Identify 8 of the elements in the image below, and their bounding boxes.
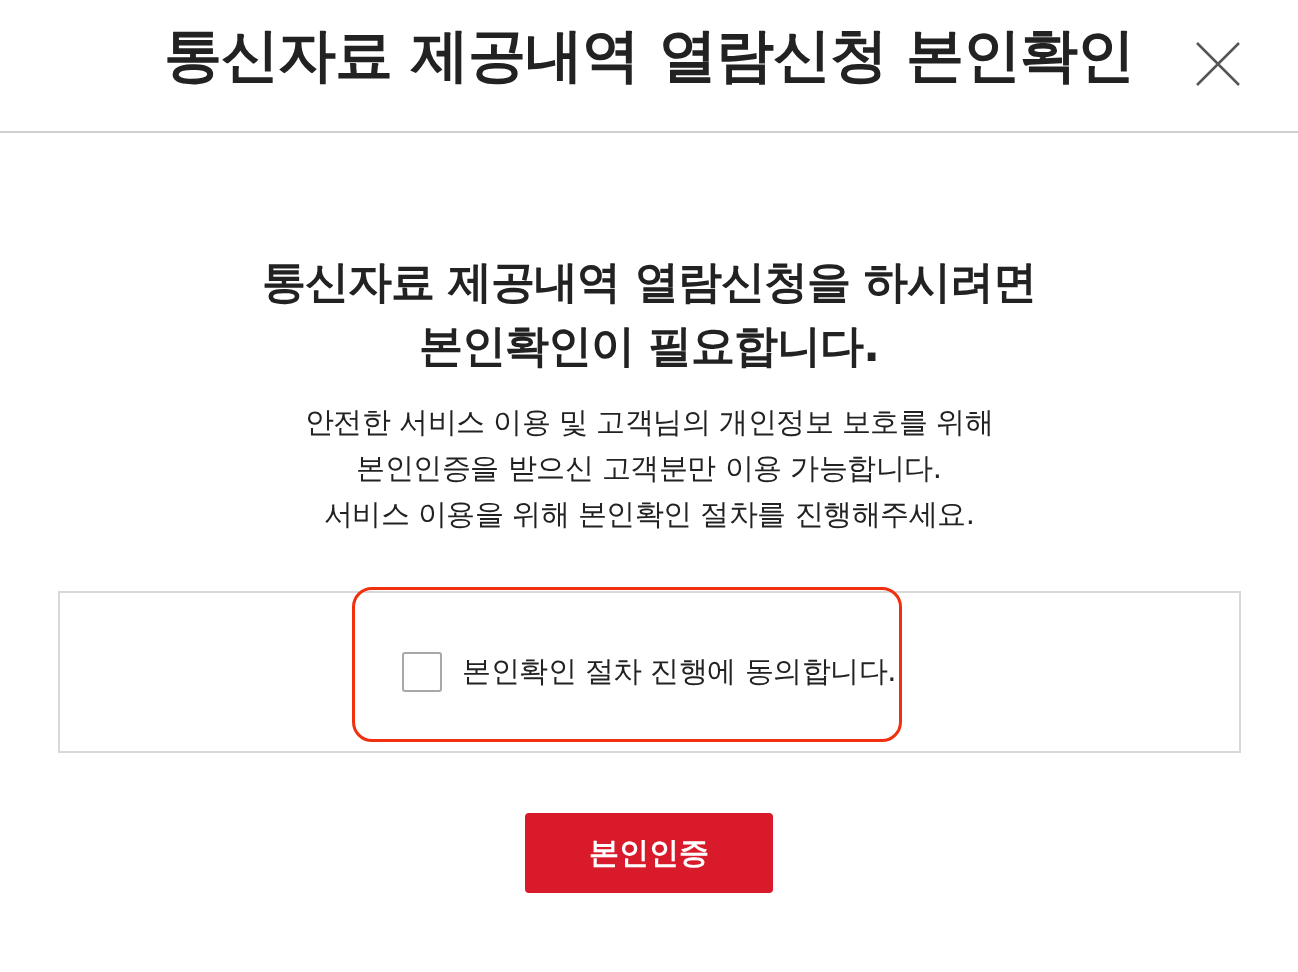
close-icon xyxy=(1196,42,1240,86)
verify-button[interactable]: 본인인증 xyxy=(525,813,773,893)
heading-text: 통신자료 제공내역 열람신청을 하시려면 본인확인이 필요합니다. xyxy=(262,255,1036,373)
description-text: 안전한 서비스 이용 및 고객님의 개인정보 보호를 위해 본인인증을 받으신 고객분만 이용 가능합니다. 서비스 이용을 위해 본인확인 절차를 진행해주세요. xyxy=(305,404,993,533)
close-button[interactable] xyxy=(1194,40,1242,88)
checkbox[interactable] xyxy=(402,652,443,692)
dialog-title: 통신자료 제공내역 열람신청 본인확인 xyxy=(164,19,1134,91)
agreement-label[interactable]: 본인확인 절차 진행에 동의합니다. xyxy=(462,652,896,692)
